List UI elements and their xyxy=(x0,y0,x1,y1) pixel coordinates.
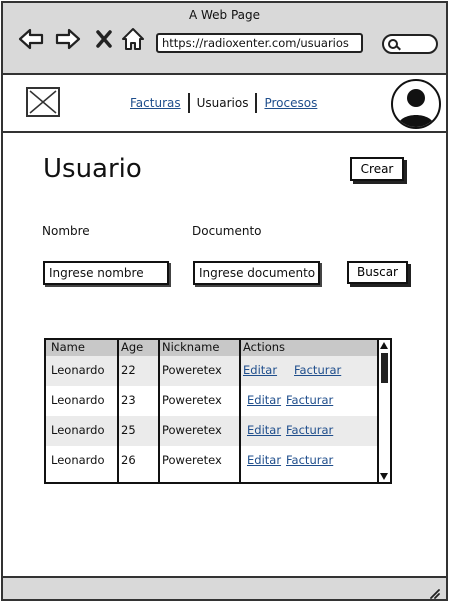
edit-link[interactable]: Editar xyxy=(247,423,281,437)
nav-link-procesos[interactable]: Procesos xyxy=(264,96,317,110)
page-title: Usuario xyxy=(43,154,142,184)
forward-arrow-icon xyxy=(55,28,81,50)
column-divider xyxy=(239,340,241,482)
cell-name: Leonardo xyxy=(51,423,105,437)
cell-age: 26 xyxy=(121,453,136,467)
back-arrow-icon xyxy=(18,28,44,50)
forward-button[interactable] xyxy=(53,25,83,53)
invoice-link[interactable]: Facturar xyxy=(286,453,333,467)
stop-button[interactable] xyxy=(89,25,119,53)
close-icon xyxy=(96,30,112,48)
document-field[interactable]: Ingrese documento xyxy=(193,261,320,285)
home-icon xyxy=(122,28,144,50)
cell-age: 25 xyxy=(121,423,136,437)
name-label: Nombre xyxy=(42,224,90,238)
name-field[interactable]: Ingrese nombre xyxy=(43,261,169,285)
table-row: Leonardo 26 Poweretex Editar Facturar xyxy=(46,446,377,476)
table-row: Leonardo 22 Poweretex Editar Facturar xyxy=(46,356,377,386)
nav-separator xyxy=(255,93,258,113)
invoice-link[interactable]: Facturar xyxy=(286,423,333,437)
nav-separator xyxy=(187,93,190,113)
status-bar xyxy=(3,576,446,599)
col-header-nickname[interactable]: Nickname xyxy=(162,340,219,354)
logo-placeholder-icon xyxy=(26,87,60,117)
edit-link[interactable]: Editar xyxy=(247,453,281,467)
browser-search-field[interactable] xyxy=(382,34,438,54)
window-title: A Web Page xyxy=(188,8,261,22)
invoice-link[interactable]: Facturar xyxy=(286,393,333,407)
cell-age: 22 xyxy=(121,363,136,377)
browser-chrome: A Web Page https://radioxenter.com/usuar… xyxy=(3,3,446,75)
scroll-up-icon[interactable] xyxy=(380,342,388,349)
table-scrollbar[interactable] xyxy=(377,340,390,482)
edit-link[interactable]: Editar xyxy=(243,363,277,377)
table-row: Leonardo 25 Poweretex Editar Facturar xyxy=(46,416,377,446)
search-button[interactable]: Buscar xyxy=(347,261,408,284)
col-header-age[interactable]: Age xyxy=(121,340,143,354)
cell-nickname: Poweretex xyxy=(162,363,222,377)
invoice-link[interactable]: Facturar xyxy=(294,363,341,377)
create-button[interactable]: Crear xyxy=(350,157,404,181)
col-header-name[interactable]: Name xyxy=(51,340,85,354)
cell-name: Leonardo xyxy=(51,393,105,407)
cell-nickname: Poweretex xyxy=(162,453,222,467)
cell-nickname: Poweretex xyxy=(162,423,222,437)
users-table: Name Age Nickname Actions Leonardo 22 Po… xyxy=(44,338,392,484)
table-row: Leonardo 23 Poweretex Editar Facturar xyxy=(46,386,377,416)
cell-name: Leonardo xyxy=(51,363,105,377)
cell-name: Leonardo xyxy=(51,453,105,467)
column-divider xyxy=(117,340,119,482)
cell-age: 23 xyxy=(121,393,136,407)
cell-nickname: Poweretex xyxy=(162,393,222,407)
scroll-down-icon[interactable] xyxy=(380,473,388,480)
nav-link-usuarios[interactable]: Usuarios xyxy=(197,96,249,110)
column-divider xyxy=(158,340,160,482)
scroll-thumb[interactable] xyxy=(381,353,388,383)
home-button[interactable] xyxy=(118,25,148,53)
document-label: Documento xyxy=(192,224,262,238)
nav-link-facturas[interactable]: Facturas xyxy=(130,96,181,110)
resize-grip-icon[interactable] xyxy=(428,584,440,599)
app-header: Facturas Usuarios Procesos xyxy=(3,75,446,133)
edit-link[interactable]: Editar xyxy=(247,393,281,407)
main-nav: Facturas Usuarios Procesos xyxy=(130,92,317,114)
back-button[interactable] xyxy=(16,25,46,53)
user-avatar-icon[interactable] xyxy=(391,79,441,129)
col-header-actions[interactable]: Actions xyxy=(243,340,285,354)
browser-window: A Web Page https://radioxenter.com/usuar… xyxy=(1,1,448,601)
table-header: Name Age Nickname Actions xyxy=(46,340,377,356)
address-bar[interactable]: https://radioxenter.com/usuarios xyxy=(156,33,363,53)
